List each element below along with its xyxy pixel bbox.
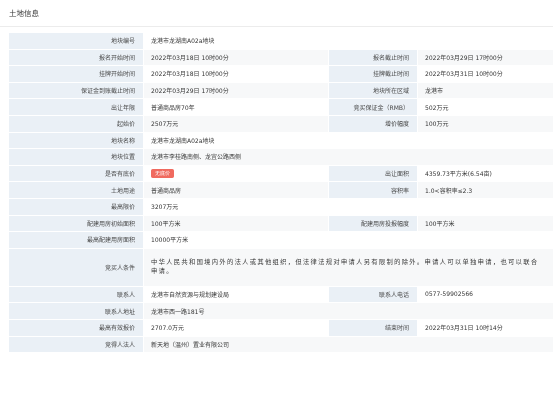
row-max-price: 最高限价 3207万元	[9, 198, 553, 216]
row-transfer-term: 出让年限 普通商品房70年 竞买保证金（RMB） 502万元	[9, 99, 553, 116]
row-max-supporting-area: 最高配建用房面积 10000平方米	[9, 232, 553, 249]
label-supporting-housing-2: 配建用房投报幅度	[329, 215, 417, 232]
value-deposit-deadline-2: 龙港市	[418, 82, 553, 99]
row-supporting-housing: 配建用房初始面积 100平方米 配建用房投报幅度 100平方米	[9, 215, 553, 233]
label-plot-number: 地块编号	[9, 33, 143, 49]
row-contact: 联系人 龙港市自然资源与规划建设局 联系人电话 0577-59902566	[9, 286, 553, 304]
value-deposit-deadline: 2022年03月29日 17时00分	[144, 82, 328, 99]
label-reserve-price: 是否有底价	[9, 165, 143, 182]
label-highest-bid: 最高有效报价	[9, 319, 143, 336]
value-highest-bid: 2707.0万元	[144, 319, 328, 336]
label-max-price: 最高限价	[9, 198, 143, 215]
row-deposit-deadline: 保证金到账截止时间 2022年03月29日 17时00分 地块所在区域 龙港市	[9, 82, 553, 100]
value-listing-time: 2022年03月18日 10时00分	[144, 66, 328, 82]
reserve-price-badge: 无底价	[151, 169, 175, 179]
label-contact-address: 联系人地址	[9, 303, 143, 319]
value-reserve-price: 无底价	[144, 165, 328, 182]
value-max-price: 3207万元	[144, 198, 553, 215]
value-reserve-price-2: 4359.73平方米(6.54亩)	[418, 165, 553, 182]
label-reserve-price-2: 出让面积	[329, 165, 417, 182]
row-plot-name: 地块名称 龙港市龙湖南A02a地块	[9, 132, 553, 150]
row-plot-number: 地块编号 龙港市龙湖南A02a地块	[9, 33, 553, 50]
value-starting-price-2: 100万元	[418, 115, 553, 132]
title-divider	[0, 26, 553, 27]
row-reserve-price: 是否有底价 无底价 出让面积 4359.73平方米(6.54亩)	[9, 165, 553, 183]
label-transfer-term-2: 竞买保证金（RMB）	[329, 99, 417, 115]
label-land-use-2: 容积率	[329, 182, 417, 198]
label-deposit-deadline-2: 地块所在区域	[329, 82, 417, 99]
label-listing-time: 挂牌开始时间	[9, 66, 143, 82]
value-registration-time-2: 2022年03月29日 17时00分	[418, 49, 553, 66]
label-registration-time: 报名开始时间	[9, 49, 143, 66]
row-bidder-conditions: 竞买人条件 中华人民共和国境内外的法人或其他组织，但法律法规对申请人另有限制的除外…	[9, 248, 553, 287]
row-registration-time: 报名开始时间 2022年03月18日 10时00分 报名截止时间 2022年03月29…	[9, 49, 553, 67]
label-max-supporting-area: 最高配建用房面积	[9, 232, 143, 248]
value-contact: 龙港市自然资源与规划建设局	[144, 286, 328, 303]
row-highest-bid: 最高有效报价 2707.0万元 结束时间 2022年03月31日 10时14分	[9, 319, 553, 337]
value-land-use-2: 1.0<容积率≤2.3	[418, 182, 553, 198]
label-transfer-term: 出让年限	[9, 99, 143, 115]
value-highest-bid-2: 2022年03月31日 10时14分	[418, 319, 553, 336]
label-plot-name: 地块名称	[9, 132, 143, 149]
row-starting-price: 起始价 2507万元 增价幅度 100万元	[9, 115, 553, 133]
row-contact-address: 联系人地址 龙港市西一路181号	[9, 303, 553, 320]
value-transfer-term: 普通商品房70年	[144, 99, 328, 115]
row-winning-bidder: 竞得人法人 新天地（温州）置业有限公司	[9, 336, 553, 354]
row-plot-location: 地块位置 龙港市李桂路南侧、龙宜公路西侧	[9, 149, 553, 166]
value-listing-time-2: 2022年03月31日 10时00分	[418, 66, 553, 82]
label-starting-price-2: 增价幅度	[329, 115, 417, 132]
label-land-use: 土地用途	[9, 182, 143, 198]
page-title: 土地信息	[9, 9, 39, 18]
label-winning-bidder: 竞得人法人	[9, 336, 143, 353]
value-supporting-housing-2: 100平方米	[418, 215, 553, 232]
row-land-use: 土地用途 普通商品房 容积率 1.0<容积率≤2.3	[9, 182, 553, 199]
label-plot-location: 地块位置	[9, 149, 143, 165]
value-bidder-conditions: 中华人民共和国境内外的法人或其他组织，但法律法规对申请人另有限制的除外。申请人可…	[144, 248, 553, 286]
label-highest-bid-2: 结束时间	[329, 319, 417, 336]
label-deposit-deadline: 保证金到账截止时间	[9, 82, 143, 99]
label-bidder-conditions: 竞买人条件	[9, 248, 143, 286]
value-winning-bidder: 新天地（温州）置业有限公司	[144, 336, 553, 353]
value-plot-number: 龙港市龙湖南A02a地块	[144, 33, 553, 49]
label-supporting-housing: 配建用房初始面积	[9, 215, 143, 232]
land-info-table: 地块编号 龙港市龙湖南A02a地块 报名开始时间 2022年03月18日 10时00分…	[9, 33, 553, 354]
value-transfer-term-2: 502万元	[418, 99, 553, 115]
value-max-supporting-area: 10000平方米	[144, 232, 553, 248]
value-contact-address: 龙港市西一路181号	[144, 303, 553, 319]
label-starting-price: 起始价	[9, 115, 143, 132]
label-listing-time-2: 挂牌截止时间	[329, 66, 417, 82]
label-contact-2: 联系人电话	[329, 286, 417, 303]
value-plot-name: 龙港市龙湖南A02a地块	[144, 132, 553, 149]
value-supporting-housing: 100平方米	[144, 215, 328, 232]
row-listing-time: 挂牌开始时间 2022年03月18日 10时00分 挂牌截止时间 2022年03月31…	[9, 66, 553, 83]
value-plot-location: 龙港市李桂路南侧、龙宜公路西侧	[144, 149, 553, 165]
value-starting-price: 2507万元	[144, 115, 328, 132]
label-contact: 联系人	[9, 286, 143, 303]
value-land-use: 普通商品房	[144, 182, 328, 198]
value-registration-time: 2022年03月18日 10时00分	[144, 49, 328, 66]
value-contact-2: 0577-59902566	[418, 286, 553, 303]
label-registration-time-2: 报名截止时间	[329, 49, 417, 66]
